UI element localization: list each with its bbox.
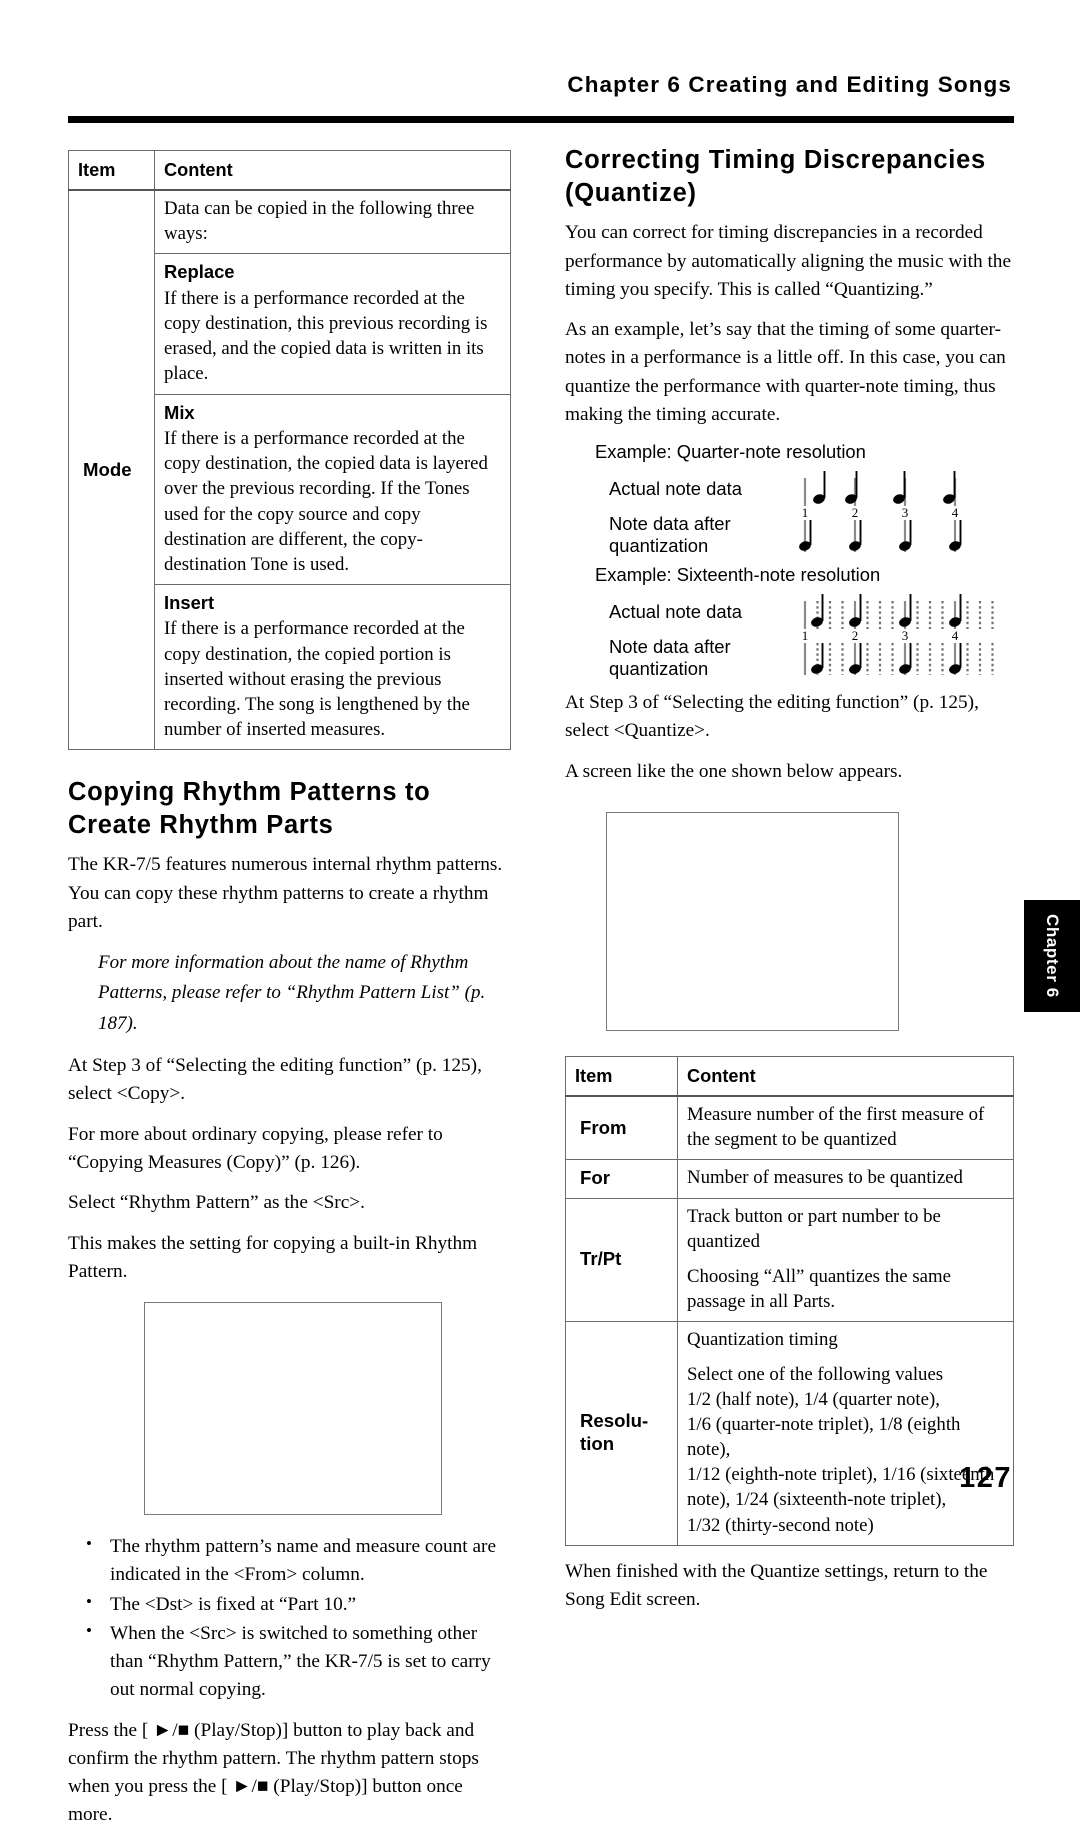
column-header-content: Content — [677, 1055, 1014, 1098]
right-column: Correcting Timing Discrepancies (Quantiz… — [565, 144, 1014, 1614]
beat-number: 3 — [902, 505, 909, 520]
table-row: From Measure number of the first measure… — [565, 1095, 1014, 1161]
mode-replace-text: If there is a performance recorded at th… — [164, 288, 488, 385]
beat-number: 3 — [902, 628, 909, 643]
figure-sixteenth-note-resolution: Example: Sixteenth-note resolution Actua… — [595, 564, 1014, 681]
section-heading-copying-rhythm: Copying Rhythm Patterns to Create Rhythm… — [68, 777, 431, 840]
figure-row-label-actual: Actual note data — [609, 601, 742, 623]
table-row: Tr/Pt Track button or part number to be … — [565, 1197, 1014, 1322]
figure-row-label-actual: Actual note data — [609, 478, 742, 500]
beat-number: 4 — [952, 628, 959, 643]
mode-insert-cell: Insert If there is a performance recorde… — [154, 583, 511, 750]
chapter-title: Chapter 6 Creating and Editing Songs — [567, 72, 1012, 97]
figure-caption: Example: Quarter-note resolution — [595, 441, 866, 463]
row-item-resolution: Resolu- tion — [565, 1320, 678, 1546]
trpt-line-2: Choosing “All” quantizes the same passag… — [687, 1265, 951, 1312]
list-item: The <Dst> is fixed at “Part 10.” — [78, 1590, 511, 1619]
table-row: Resolu- tion Quantization timing Select … — [565, 1320, 1014, 1546]
chapter-side-tab-label: Chapter 6 — [1043, 914, 1062, 998]
notation-sixteenth: 1 2 3 4 — [795, 589, 1005, 681]
mode-mix-cell: Mix If there is a performance recorded a… — [154, 393, 511, 585]
table-header-row: Item Content — [565, 1055, 1014, 1098]
beat-number: 2 — [852, 628, 859, 643]
figure-caption: Example: Sixteenth-note resolution — [595, 564, 881, 586]
column-header-content: Content — [154, 150, 511, 192]
bullet-list-rhythm-notes: The rhythm pattern’s name and measure co… — [68, 1532, 511, 1705]
beat-number: 1 — [802, 628, 809, 643]
mode-table: Item Content Mode Data can be copied in … — [68, 150, 511, 750]
screenshot-placeholder-copy-screen — [144, 1302, 442, 1516]
screenshot-placeholder-quantize-screen — [606, 811, 899, 1031]
paragraph-finish-quantize: When finished with the Quantize settings… — [565, 1560, 988, 1610]
mode-insert-text: If there is a performance recorded at th… — [164, 618, 470, 740]
notation-quarter: 1 2 3 4 — [795, 466, 1005, 558]
section-heading-correcting-timing: Correcting Timing Discrepancies (Quantiz… — [565, 146, 986, 208]
resolution-label-line2: tion — [580, 1433, 615, 1455]
mode-replace-label: Replace — [164, 261, 235, 283]
paragraph-select-src: Select “Rhythm Pattern” as the <Src>. — [68, 1192, 365, 1214]
beat-number: 1 — [802, 505, 809, 520]
figure-row-label-quantized: Note data after quantization — [609, 513, 731, 557]
row-item-for: For — [565, 1159, 678, 1199]
paragraph-builtin-pattern: This makes the setting for copying a bui… — [68, 1232, 478, 1282]
note-rhythm-pattern-list: For more information about the name of R… — [98, 952, 486, 1034]
resolution-label-line1: Resolu- — [580, 1410, 649, 1432]
row-content-from: Measure number of the first measure of t… — [677, 1095, 1014, 1161]
page-number: 127 — [959, 1462, 1012, 1494]
mode-intro-cell: Data can be copied in the following thre… — [154, 189, 511, 255]
paragraph-screen-appears: A screen like the one shown below appear… — [565, 760, 903, 782]
column-header-item: Item — [68, 150, 155, 192]
header-rule — [68, 116, 1014, 123]
row-item-trpt: Tr/Pt — [565, 1197, 678, 1322]
chapter-side-tab: Chapter 6 — [1024, 900, 1080, 1012]
paragraph-rhythm-intro: The KR-7/5 features numerous internal rh… — [68, 854, 503, 932]
mode-replace-cell: Replace If there is a performance record… — [154, 253, 511, 395]
resolution-values: Select one of the following values 1/2 (… — [687, 1363, 995, 1536]
paragraph-ordinary-copying: For more about ordinary copying, please … — [68, 1123, 443, 1173]
quantize-table: Item Content From Measure number of the … — [565, 1055, 1014, 1546]
row-content-trpt: Track button or part number to be quanti… — [677, 1197, 1014, 1322]
row-item-mode: Mode — [68, 189, 155, 750]
mode-insert-label: Insert — [164, 591, 215, 613]
figure-quarter-note-resolution: Example: Quarter-note resolution Actual … — [595, 441, 1014, 558]
paragraph-select-copy: At Step 3 of “Selecting the editing func… — [68, 1055, 482, 1105]
table-row: Mode Data can be copied in the following… — [68, 189, 511, 750]
resolution-line-1: Quantization timing — [687, 1328, 838, 1350]
mode-mix-text: If there is a performance recorded at th… — [164, 428, 488, 575]
beat-number: 4 — [952, 505, 959, 520]
column-header-item: Item — [565, 1055, 678, 1098]
list-item: When the <Src> is switched to something … — [78, 1619, 511, 1705]
table-header-row: Item Content — [68, 150, 511, 192]
paragraph-select-quantize: At Step 3 of “Selecting the editing func… — [565, 692, 979, 742]
figure-row-label-quantized: Note data after quantization — [609, 636, 731, 680]
row-item-from: From — [565, 1095, 678, 1161]
page-header: Chapter 6 Creating and Editing Songs — [0, 72, 1080, 98]
paragraph-quantize-intro: You can correct for timing discrepancies… — [565, 222, 1012, 300]
row-content-resolution: Quantization timing Select one of the fo… — [677, 1320, 1014, 1546]
beat-number: 2 — [852, 505, 859, 520]
mode-mix-label: Mix — [164, 401, 195, 423]
row-content-for: Number of measures to be quantized — [677, 1159, 1014, 1199]
table-row: For Number of measures to be quantized — [565, 1159, 1014, 1199]
paragraph-quantize-example: As an example, let’s say that the timing… — [565, 319, 1006, 425]
list-item: The rhythm pattern’s name and measure co… — [78, 1532, 511, 1590]
paragraph-play-stop: Press the [ ►/■ (Play/Stop)] button to p… — [68, 1719, 479, 1826]
trpt-line-1: Track button or part number to be quanti… — [687, 1205, 941, 1252]
left-column: Item Content Mode Data can be copied in … — [68, 150, 511, 1830]
